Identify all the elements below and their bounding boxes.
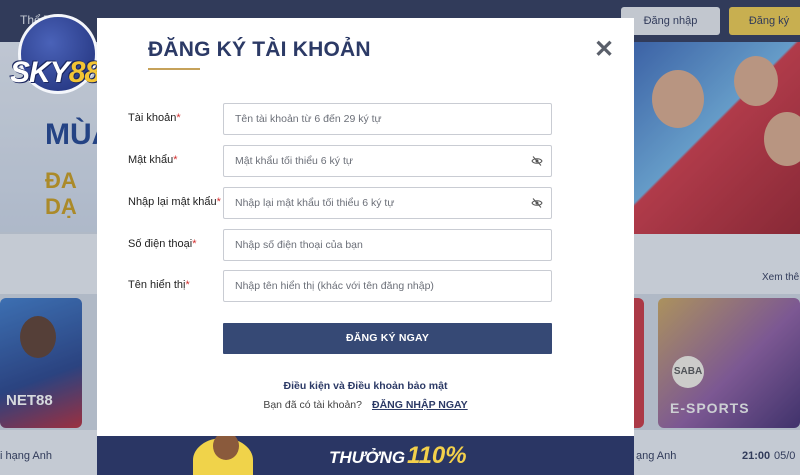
logo-brand-number: 88 (68, 56, 101, 89)
required-mark: * (185, 279, 190, 291)
title-underline (148, 68, 200, 70)
phone-label: Số điện thoại (128, 238, 193, 250)
field-label: Tên hiển thị* (128, 279, 190, 291)
register-now-button[interactable]: ĐĂNG KÝ NGAY (223, 323, 552, 354)
field-label: Tài khoản* (128, 112, 181, 124)
field-row-display-name: Tên hiển thị* (97, 270, 634, 302)
username-label: Tài khoản (128, 112, 177, 124)
required-mark: * (173, 154, 178, 166)
login-now-link[interactable]: ĐĂNG NHẬP NGAY (372, 399, 468, 411)
eye-off-icon[interactable] (531, 197, 543, 209)
have-account-text: Bạn đã có tài khoản? (263, 399, 362, 411)
required-mark: * (192, 238, 197, 250)
password-label: Mật khẩu (128, 154, 174, 166)
field-row-password: Mật khẩu* (97, 145, 634, 177)
field-label: Số điện thoại* (128, 238, 197, 250)
sky88-logo[interactable]: SKY88 (10, 12, 110, 104)
promo-percent: 110% (407, 442, 467, 469)
logo-brand-text: SKY (10, 56, 70, 89)
terms-link[interactable]: Điều kiện và Điều khoản bảo mật (284, 380, 448, 392)
phone-input[interactable] (223, 229, 552, 261)
field-label: Mật khẩu* (128, 154, 178, 166)
username-input[interactable] (223, 103, 552, 135)
promo-text: THƯỞNG (329, 448, 406, 467)
terms-line: Điều kiện và Điều khoản bảo mật (97, 380, 634, 392)
required-mark: * (216, 196, 221, 208)
display-name-input[interactable] (223, 270, 552, 302)
logo-text: SKY88 (10, 56, 101, 90)
confirm-password-label: Nhập lại mật khẩu (128, 196, 217, 208)
required-mark: * (176, 112, 181, 124)
bonus-promo-banner[interactable]: THƯỞNG 110% (97, 436, 634, 475)
field-row-username: Tài khoản* (97, 103, 634, 135)
field-row-phone: Số điện thoại* (97, 229, 634, 261)
close-icon[interactable]: ✕ (594, 38, 614, 62)
register-modal: ĐĂNG KÝ TÀI KHOẢN ✕ Tài khoản* Mật khẩu*… (97, 18, 634, 436)
modal-title: ĐĂNG KÝ TÀI KHOẢN (148, 38, 371, 61)
password-input[interactable] (223, 145, 552, 177)
login-prompt: Bạn đã có tài khoản? ĐĂNG NHẬP NGAY (97, 399, 634, 411)
confirm-password-input[interactable] (223, 187, 552, 219)
field-label: Nhập lại mật khẩu* (128, 196, 221, 208)
field-row-confirm-password: Nhập lại mật khẩu* (97, 187, 634, 219)
eye-off-icon[interactable] (531, 155, 543, 167)
display-name-label: Tên hiển thị (128, 279, 186, 291)
